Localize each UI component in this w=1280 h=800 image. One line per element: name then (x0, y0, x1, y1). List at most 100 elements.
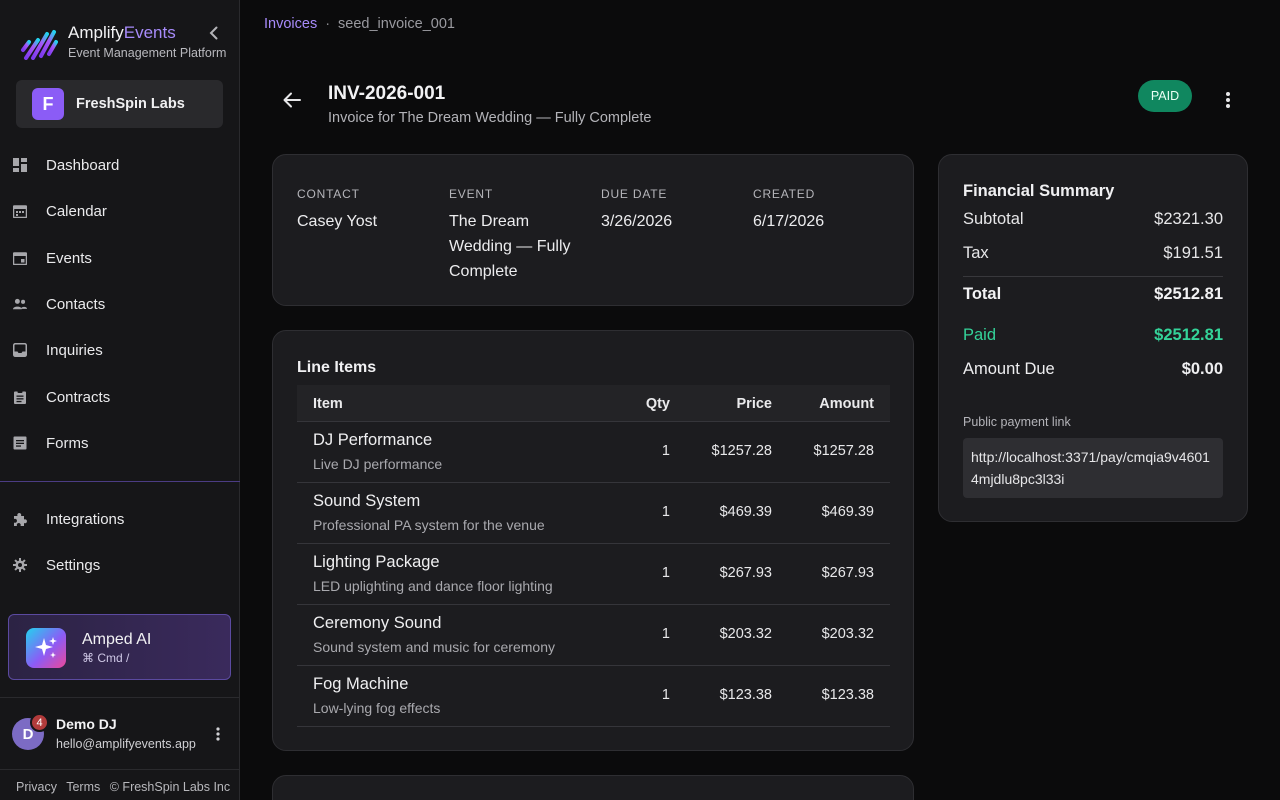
subtotal-value: $2321.30 (1154, 210, 1223, 228)
arrow-left-icon[interactable] (282, 90, 302, 110)
breadcrumb-invoices-link[interactable]: Invoices (264, 16, 317, 32)
page-title: INV-2026-001 (328, 83, 446, 104)
notification-badge[interactable]: 4 (30, 713, 49, 732)
item-desc: LED uplighting and dance floor lighting (313, 578, 553, 594)
terms-link[interactable]: Terms (66, 780, 100, 794)
nav-label: Integrations (46, 510, 125, 528)
header-price: Price (736, 395, 772, 412)
paid-label: Paid (963, 326, 997, 344)
item-qty: 1 (661, 687, 670, 703)
nav-item-calendar[interactable]: Calendar (12, 193, 228, 229)
amount-due-value: $0.00 (1181, 360, 1223, 378)
sparkles-icon (26, 628, 66, 668)
item-name: Sound System (313, 492, 421, 510)
nav-item-forms[interactable]: Forms (12, 425, 228, 461)
amped-ai-shortcut: ⌘ Cmd / (82, 651, 130, 665)
additional-card (272, 775, 914, 800)
people-icon (13, 298, 27, 310)
invoice-details-card: CONTACT Casey Yost EVENT The Dream Weddi… (272, 154, 914, 306)
amped-ai-button[interactable]: Amped AI ⌘ Cmd / (8, 614, 231, 680)
nav-item-contracts[interactable]: Contracts (12, 379, 228, 415)
user-email: hello@amplifyevents.app (56, 737, 196, 751)
item-price: $1257.28 (711, 443, 772, 459)
item-amount: $123.38 (821, 687, 874, 703)
dashboard-icon (13, 158, 27, 172)
nav-label: Settings (46, 556, 101, 574)
item-desc: Low-lying fog effects (313, 700, 441, 716)
gear-icon (13, 558, 27, 572)
detail-label: CREATED (753, 187, 816, 201)
nav-label: Contacts (46, 295, 106, 313)
item-qty: 1 (661, 504, 670, 520)
breadcrumb-separator: · (325, 16, 331, 32)
nav-label: Forms (46, 434, 89, 452)
item-amount: $267.93 (821, 565, 874, 581)
nav-label: Events (46, 249, 92, 267)
more-vertical-icon[interactable] (212, 726, 224, 742)
tax-value: $191.51 (1163, 244, 1223, 262)
org-switcher[interactable]: F FreshSpin Labs (16, 80, 223, 128)
user-name: Demo DJ (56, 716, 117, 732)
footer-links: Privacy Terms © FreshSpin Labs Inc (16, 780, 236, 794)
nav-item-integrations[interactable]: Integrations (12, 501, 228, 537)
table-header: Item Qty Price Amount (297, 385, 890, 422)
item-name: Lighting Package (313, 553, 440, 571)
item-amount: $469.39 (821, 504, 874, 520)
summary-amount-due: Amount Due $0.00 (963, 360, 1223, 384)
footer-divider (0, 769, 240, 770)
nav-label: Contracts (46, 388, 111, 406)
chevron-left-icon[interactable] (205, 24, 223, 42)
detail-event: EVENT The Dream Wedding — Fully Complete (449, 187, 589, 284)
payment-link-field[interactable]: http://localhost:3371/pay/cmqia9v46014mj… (963, 438, 1223, 498)
table-row: DJ Performance Live DJ performance 1 $12… (297, 421, 890, 482)
nav-label: Calendar (46, 202, 107, 220)
event-icon (13, 252, 27, 265)
item-desc: Live DJ performance (313, 456, 443, 472)
item-price: $267.93 (719, 565, 772, 581)
financial-summary-card: Financial Summary Subtotal $2321.30 Tax … (938, 154, 1248, 522)
table-row: Lighting Package LED uplighting and danc… (297, 543, 890, 604)
total-label: Total (963, 285, 1002, 303)
summary-tax: Tax $191.51 (963, 244, 1223, 268)
inbox-icon (13, 343, 27, 357)
total-value: $2512.81 (1154, 285, 1223, 303)
table-row: Ceremony Sound Sound system and music fo… (297, 604, 890, 665)
sidebar: AmplifyEvents Event Management Platform … (0, 0, 240, 800)
summary-total: Total $2512.81 (963, 285, 1223, 309)
item-amount: $203.32 (821, 626, 874, 642)
detail-contact: CONTACT Casey Yost (297, 187, 437, 234)
nav-item-contacts[interactable]: Contacts (12, 286, 228, 322)
item-qty: 1 (661, 443, 670, 459)
nav-divider (0, 481, 240, 482)
detail-label: DUE DATE (601, 187, 668, 201)
privacy-link[interactable]: Privacy (16, 780, 57, 794)
summary-divider (963, 276, 1223, 277)
item-desc: Professional PA system for the venue (313, 517, 545, 533)
item-desc: Sound system and music for ceremony (313, 639, 555, 655)
nav-item-dashboard[interactable]: Dashboard (12, 147, 228, 183)
item-price: $203.32 (719, 626, 772, 642)
nav-label: Inquiries (46, 341, 103, 359)
nav-item-settings[interactable]: Settings (12, 547, 228, 583)
header-qty: Qty (645, 395, 670, 412)
item-name: DJ Performance (313, 431, 433, 449)
item-price: $469.39 (719, 504, 772, 520)
copyright: © FreshSpin Labs Inc (109, 780, 231, 794)
more-vertical-icon[interactable] (1220, 90, 1236, 110)
table-row: Sound System Professional PA system for … (297, 482, 890, 543)
amplify-logo-icon (21, 30, 58, 60)
nav-item-inquiries[interactable]: Inquiries (12, 332, 228, 368)
brand[interactable]: AmplifyEvents Event Management Platform (20, 20, 226, 60)
line-items-title: Line Items (297, 359, 377, 376)
line-items-card: Line Items Item Qty Price Amount DJ Perf… (272, 330, 914, 751)
calendar-icon (13, 205, 27, 218)
page-subtitle: Invoice for The Dream Wedding — Fully Co… (328, 110, 652, 126)
user-divider (0, 697, 240, 698)
nav-item-events[interactable]: Events (12, 240, 228, 276)
header-amount: Amount (819, 395, 874, 412)
table-divider (297, 726, 890, 727)
paid-value: $2512.81 (1154, 326, 1223, 344)
brand-name: AmplifyEvents (68, 23, 176, 42)
header-item: Item (313, 395, 343, 412)
org-avatar: F (32, 88, 64, 120)
